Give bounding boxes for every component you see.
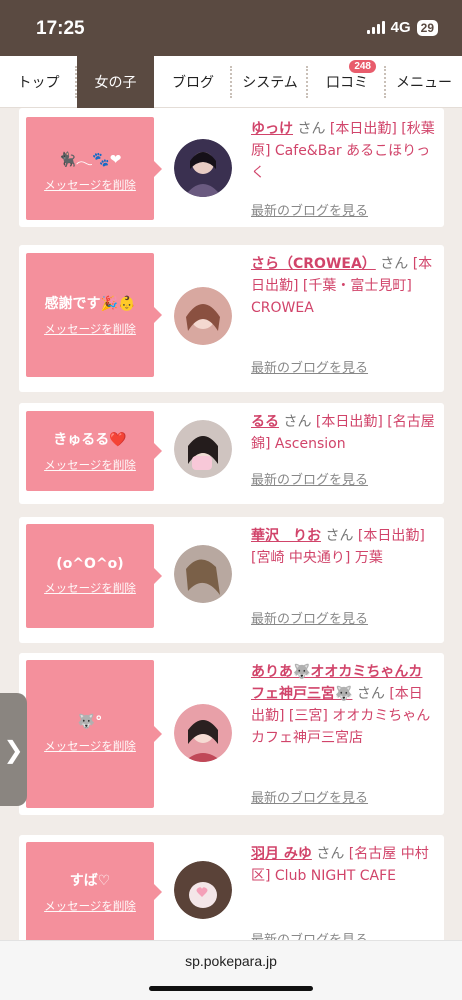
avatar[interactable]	[174, 287, 232, 345]
message-text: 感謝です🎉👶	[44, 296, 136, 312]
message-text: すば♡	[69, 873, 111, 889]
latest-blog-link[interactable]: 最新のブログを見る	[251, 929, 368, 940]
message-bubble: すば♡ メッセージを削除	[26, 842, 162, 940]
honorific: さん	[380, 256, 409, 272]
main-nav: トップ 女の子 ブログ システム 口コミ 248 メニュー	[0, 56, 462, 108]
girl-name-link[interactable]: 羽月 みゆ	[251, 846, 312, 862]
message-card: すば♡ メッセージを削除 羽月 みゆ さん [名古屋 中村区] Club NIG…	[19, 835, 444, 940]
message-card: きゅるる❤️ メッセージを削除 るる さん [本日出勤] [名古屋 錦] Asc…	[19, 403, 444, 504]
latest-blog-link[interactable]: 最新のブログを見る	[251, 357, 368, 376]
nav-tab-reviews[interactable]: 口コミ 248	[308, 56, 386, 108]
honorific: さん	[356, 686, 385, 702]
delete-message-link[interactable]: メッセージを削除	[44, 898, 136, 914]
girl-info: さら（CROWEA） さん [本日出勤] [千葉・富士見町] CROWEA	[251, 253, 436, 319]
girl-name-link[interactable]: さら（CROWEA）	[251, 256, 376, 272]
honorific: さん	[283, 414, 312, 430]
delete-message-link[interactable]: メッセージを削除	[44, 580, 136, 596]
honorific: さん	[297, 121, 326, 137]
girl-info: 羽月 みゆ さん [名古屋 中村区] Club NIGHT CAFE	[251, 843, 436, 887]
delete-message-link[interactable]: メッセージを削除	[44, 321, 136, 337]
message-text: 🐈‍⬛𓂃🐾❤	[58, 151, 122, 168]
url-text: sp.pokepara.jp	[185, 953, 277, 969]
latest-blog-link[interactable]: 最新のブログを見る	[251, 787, 368, 806]
nav-tab-label: 女の子	[94, 74, 137, 90]
delete-message-link[interactable]: メッセージを削除	[44, 738, 136, 754]
girl-info: ありあ🐺オオカミちゃんカフェ神戸三宮🐺 さん [本日出勤] [三宮] オオカミち…	[251, 661, 436, 749]
avatar[interactable]	[174, 420, 232, 478]
delete-message-link[interactable]: メッセージを削除	[44, 177, 136, 193]
avatar[interactable]	[174, 861, 232, 919]
network-type: 4G	[390, 19, 411, 36]
battery-icon: 29	[416, 19, 438, 36]
nav-tab-label: トップ	[17, 74, 60, 90]
avatar[interactable]	[174, 704, 232, 762]
message-bubble: きゅるる❤️ メッセージを削除	[26, 411, 162, 491]
nav-tab-menu[interactable]: メニュー	[386, 56, 462, 108]
message-bubble: 🐺° メッセージを削除	[26, 660, 162, 808]
nav-tab-blog[interactable]: ブログ	[154, 56, 232, 108]
message-card: 感謝です🎉👶 メッセージを削除 さら（CROWEA） さん [本日出勤] [千葉…	[19, 245, 444, 392]
message-card: (o^O^o) メッセージを削除 華沢 りお さん [本日出勤] [宮崎 中央通…	[19, 517, 444, 643]
message-bubble: 🐈‍⬛𓂃🐾❤ メッセージを削除	[26, 117, 162, 220]
message-text: (o^O^o)	[56, 556, 124, 572]
status-time: 17:25	[36, 18, 85, 39]
girl-info: ゆっけ さん [本日出勤] [秋葉原] Cafe&Bar あるこほりっく	[251, 118, 436, 184]
honorific: さん	[325, 528, 354, 544]
latest-blog-link[interactable]: 最新のブログを見る	[251, 200, 368, 219]
girl-info: るる さん [本日出勤] [名古屋 錦] Ascension	[251, 411, 436, 455]
nav-tab-label: ブログ	[172, 74, 214, 90]
delete-message-link[interactable]: メッセージを削除	[44, 457, 136, 473]
message-card: 🐺° メッセージを削除 ありあ🐺オオカミちゃんカフェ神戸三宮🐺 さん [本日出勤…	[19, 653, 444, 815]
message-list: 🐈‍⬛𓂃🐾❤ メッセージを削除 ゆっけ さん [本日出勤] [秋葉原] Cafe…	[0, 108, 462, 940]
chevron-right-icon: ❯	[3, 735, 24, 764]
avatar[interactable]	[174, 545, 232, 603]
message-bubble: (o^O^o) メッセージを削除	[26, 524, 162, 628]
latest-blog-link[interactable]: 最新のブログを見る	[251, 608, 368, 627]
latest-blog-link[interactable]: 最新のブログを見る	[251, 469, 368, 488]
browser-url-bar[interactable]: sp.pokepara.jp	[0, 940, 462, 1000]
girl-name-link[interactable]: るる	[251, 414, 279, 430]
girl-info: 華沢 りお さん [本日出勤] [宮崎 中央通り] 万葉	[251, 525, 436, 569]
side-panel-tab[interactable]: ❯	[0, 693, 27, 806]
honorific: さん	[316, 846, 345, 862]
reviews-count-badge: 248	[349, 60, 376, 73]
girl-name-link[interactable]: ゆっけ	[251, 121, 293, 137]
nav-tab-girls[interactable]: 女の子	[77, 56, 154, 108]
nav-tab-label: 口コミ	[326, 74, 368, 90]
status-icons: 4G 29	[366, 19, 438, 36]
message-card: 🐈‍⬛𓂃🐾❤ メッセージを削除 ゆっけ さん [本日出勤] [秋葉原] Cafe…	[19, 108, 444, 227]
girl-name-link[interactable]: 華沢 りお	[251, 528, 321, 544]
avatar[interactable]	[174, 139, 232, 197]
home-indicator[interactable]	[149, 986, 313, 991]
message-text: きゅるる❤️	[53, 432, 127, 448]
girl-details: [本日出勤] [名古屋 錦] Ascension	[251, 414, 435, 452]
nav-tab-system[interactable]: システム	[232, 56, 308, 108]
nav-tab-label: システム	[242, 74, 298, 90]
nav-tab-label: メニュー	[396, 74, 452, 90]
message-bubble: 感謝です🎉👶 メッセージを削除	[26, 253, 162, 377]
signal-icon	[366, 21, 385, 34]
message-text: 🐺°	[77, 714, 103, 730]
status-bar: 17:25 4G 29	[0, 0, 462, 56]
nav-tab-top[interactable]: トップ	[0, 56, 77, 108]
